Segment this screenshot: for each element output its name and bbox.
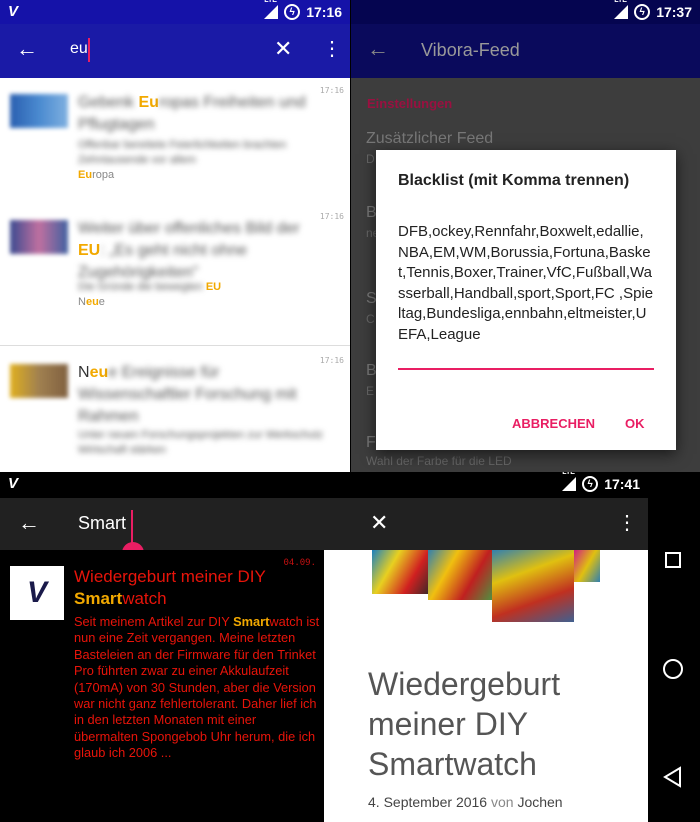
blacklist-input[interactable]: DFB,ockey,Rennfahr,Boxwelt,edallie,NBA,E… [398, 222, 654, 368]
section-header: Einstellungen [367, 96, 453, 111]
setting-title[interactable]: F [366, 434, 376, 452]
search-input[interactable]: Smart [78, 513, 126, 534]
overflow-menu-icon[interactable]: ⋮ [322, 36, 342, 61]
back-button[interactable] [662, 766, 684, 788]
article-image-2 [428, 550, 492, 600]
toolbar-title: Vibora-Feed [421, 40, 520, 60]
search-cursor [88, 38, 90, 62]
item-desc: Die Gründe die bewegten EU Neue [78, 281, 222, 308]
setting-title[interactable]: Zusätzlicher Feed [366, 130, 493, 148]
back-arrow-icon[interactable]: ← [16, 36, 38, 62]
status-bar: V LTE ϟ 17:16 [0, 0, 350, 24]
back-arrow-icon[interactable]: ← [18, 510, 40, 536]
item-title: Weiter über offenliches Bild der EU: „Es… [78, 220, 300, 281]
q3-panel: V LTE ϟ 17:41 ← Smart ✕ ⋮ V 04.09. Wiede… [0, 472, 648, 822]
result-desc: Seit meinem Artikel zur DIY Smartwatch i… [74, 614, 320, 761]
result-title: Wiedergeburt meiner DIY Smartwatch [74, 567, 266, 608]
signal-icon: LTE [614, 0, 629, 19]
status-time: 17:37 [656, 4, 692, 20]
blacklist-dialog: Blacklist (mit Komma trennen) DFB,ockey,… [376, 150, 676, 450]
back-arrow-icon[interactable]: ← [367, 36, 389, 62]
article-image-3 [492, 550, 574, 622]
thumbnail-image [10, 220, 68, 254]
search-input[interactable]: eu [70, 40, 88, 58]
status-time: 17:41 [604, 476, 640, 492]
navigation-bar [648, 472, 700, 822]
search-result[interactable]: V 04.09. Wiedergeburt meiner DIY Smartwa… [0, 550, 324, 822]
app-logo-icon: V [26, 576, 47, 609]
setting-summary: E [366, 384, 375, 398]
article-image-4 [574, 550, 600, 582]
list-item[interactable]: 17:16 Neue Ereignisse für Wissenschaftle… [0, 350, 350, 472]
battery-icon: ϟ [582, 476, 599, 492]
thumbnail-image [10, 94, 68, 128]
app-toolbar: ← Vibora-Feed [351, 24, 700, 78]
status-bar: V LTE ϟ 17:41 [0, 472, 648, 496]
battery-icon: ϟ [284, 4, 301, 20]
battery-icon: ϟ [634, 4, 651, 20]
search-toolbar: ← eu ✕ ⋮ [0, 24, 350, 78]
signal-icon: LTE [264, 0, 279, 19]
recents-button[interactable] [665, 552, 681, 568]
article-image-1 [372, 550, 432, 594]
cancel-button[interactable]: ABBRECHEN [512, 416, 595, 431]
result-logo: V [10, 566, 64, 620]
status-bar: LTE ϟ 17:37 [351, 0, 700, 24]
setting-summary: D [366, 152, 375, 166]
article-title: Wiedergeburt meiner DIY Smartwatch [368, 666, 561, 782]
thumbnail-image [10, 364, 68, 398]
close-icon[interactable]: ✕ [370, 510, 388, 536]
app-logo-icon: V [8, 3, 19, 20]
setting-summary: Wahl der Farbe für die LED [366, 454, 512, 468]
overflow-menu-icon[interactable]: ⋮ [617, 510, 637, 535]
q1-panel: V LTE ϟ 17:16 ← eu ✕ ⋮ 17:16 Gebenk Euro… [0, 0, 350, 472]
item-desc: Unter neuen Forschungsprojekten zur Werk… [78, 429, 323, 456]
search-toolbar: ← Smart ✕ ⋮ [0, 498, 648, 550]
item-title: Neue Ereignisse für Wissenschaftler Fors… [78, 364, 297, 425]
article-view: Wiedergeburt meiner DIY Smartwatch 4. Se… [324, 550, 648, 822]
close-icon[interactable]: ✕ [274, 36, 292, 62]
list-item[interactable]: 17:16 Gebenk Europas Freiheiten und Pflu… [0, 80, 350, 220]
setting-summary: C [366, 312, 375, 326]
app-logo-icon: V [8, 475, 19, 492]
status-time: 17:16 [306, 4, 342, 20]
input-underline [398, 368, 654, 370]
list-item[interactable]: 17:16 Weiter über offenliches Bild der E… [0, 206, 350, 346]
ok-button[interactable]: OK [625, 416, 645, 431]
signal-icon: LTE [562, 472, 577, 491]
item-title: Gebenk Europas Freiheiten und Pflugtagen [78, 94, 306, 133]
article-meta: 4. September 2016 von Jochen [368, 794, 563, 810]
dialog-title: Blacklist (mit Komma trennen) [398, 172, 630, 189]
home-button[interactable] [663, 659, 683, 679]
item-desc: Offenbar bereitete Feierlichkeiten brach… [78, 139, 287, 181]
